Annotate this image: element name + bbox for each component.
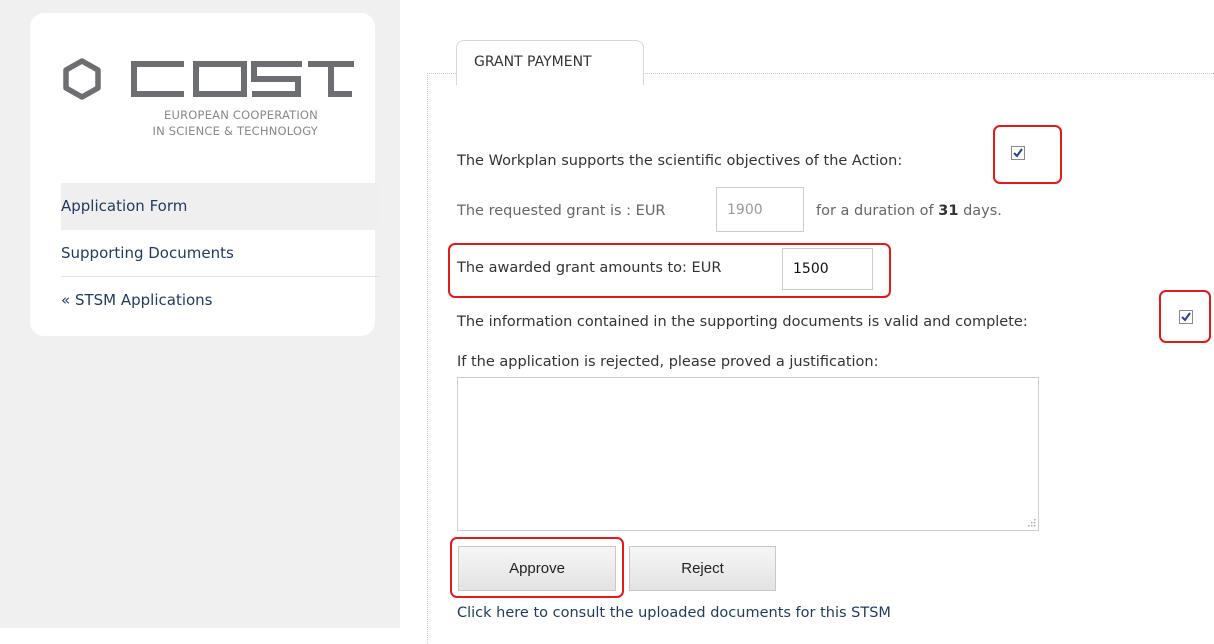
cost-logo-icon [63,58,354,100]
documents-valid-label: The information contained in the support… [457,314,1028,330]
highlight-approve-button [450,537,624,598]
sidebar-item-label: « STSM Applications [61,291,213,309]
requested-grant-input[interactable] [716,187,804,232]
sidebar-item-stsm-applications[interactable]: « STSM Applications [61,276,379,323]
sidebar-item-supporting-documents[interactable]: Supporting Documents [61,230,379,276]
resize-grip-icon[interactable] [1026,517,1036,527]
duration-days: 31 [938,203,959,219]
sidebar-item-application-form[interactable]: Application Form [61,183,379,230]
duration-text: for a duration of 31 days. [816,203,1002,219]
workplan-label: The Workplan supports the scientific obj… [457,153,903,169]
justification-label: If the application is rejected, please p… [457,354,879,370]
requested-grant-label: The requested grant is : EUR [457,203,666,219]
reject-button[interactable]: Reject [629,546,776,591]
highlight-documents-checkbox [1159,290,1211,343]
logo-subtitle-line1: EUROPEAN COOPERATION [164,108,318,122]
sidebar-item-label: Application Form [61,197,188,215]
logo-subtitle-line2: IN SCIENCE & TECHNOLOGY [152,124,318,138]
tab-grant-payment[interactable]: GRANT PAYMENT [456,40,644,85]
cost-logo [56,46,356,156]
duration-suffix: days. [963,203,1002,219]
justification-textarea[interactable] [457,377,1039,531]
sidebar-item-label: Supporting Documents [61,244,234,262]
highlight-workplan-checkbox [993,125,1062,184]
consult-documents-link[interactable]: Click here to consult the uploaded docum… [457,605,891,621]
highlight-awarded-grant [448,243,891,298]
sidebar: EUROPEAN COOPERATION IN SCIENCE & TECHNO… [30,13,379,336]
duration-prefix: for a duration of [816,203,934,219]
sidebar-nav: Application Form Supporting Documents « … [61,183,379,323]
